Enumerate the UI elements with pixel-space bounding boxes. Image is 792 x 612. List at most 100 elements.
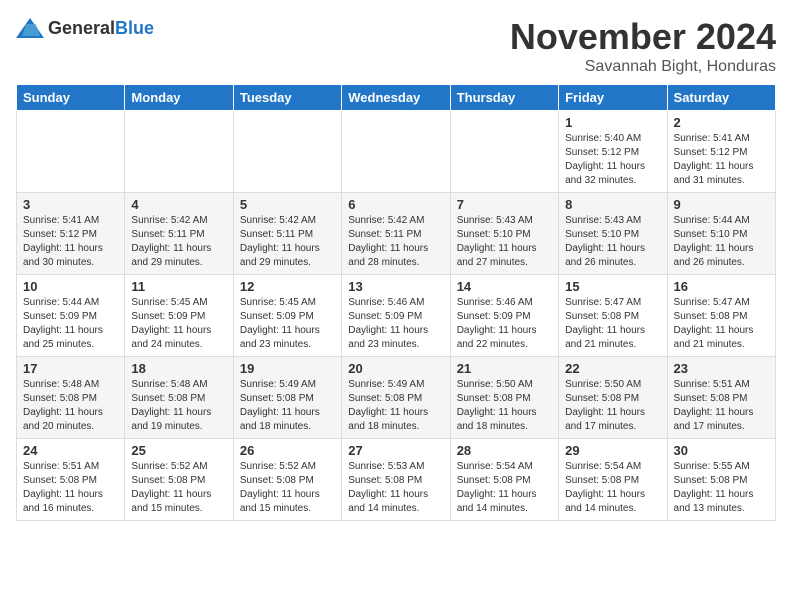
logo-icon (16, 16, 44, 40)
cell-info: Sunrise: 5:52 AM Sunset: 5:08 PM Dayligh… (240, 460, 335, 516)
day-number: 30 (674, 443, 769, 458)
calendar-cell (125, 111, 233, 193)
day-number: 14 (457, 279, 552, 294)
cell-info: Sunrise: 5:52 AM Sunset: 5:08 PM Dayligh… (131, 460, 226, 516)
column-header-thursday: Thursday (450, 85, 558, 111)
column-header-wednesday: Wednesday (342, 85, 450, 111)
calendar-cell: 25 Sunrise: 5:52 AM Sunset: 5:08 PM Dayli… (125, 439, 233, 521)
day-number: 25 (131, 443, 226, 458)
calendar-cell: 28 Sunrise: 5:54 AM Sunset: 5:08 PM Dayli… (450, 439, 558, 521)
cell-info: Sunrise: 5:42 AM Sunset: 5:11 PM Dayligh… (348, 214, 443, 270)
calendar-week-row: 24Sunrise: 5:51 AM Sunset: 5:08 PM Dayli… (17, 439, 776, 521)
calendar-cell: 11Sunrise: 5:45 AM Sunset: 5:09 PM Dayli… (125, 275, 233, 357)
day-number: 27 (348, 443, 443, 458)
cell-info: Sunrise: 5:51 AM Sunset: 5:08 PM Dayligh… (674, 378, 769, 434)
cell-info: Sunrise: 5:44 AM Sunset: 5:10 PM Dayligh… (674, 214, 769, 270)
calendar-cell: 30 Sunrise: 5:55 AM Sunset: 5:08 PM Dayli… (667, 439, 775, 521)
calendar-cell: 10 Sunrise: 5:44 AM Sunset: 5:09 PM Dayli… (17, 275, 125, 357)
day-number: 9 (674, 197, 769, 212)
cell-info: Sunrise: 5:48 AM Sunset: 5:08 PM Dayligh… (23, 378, 118, 434)
day-number: 13 (348, 279, 443, 294)
day-number: 7 (457, 197, 552, 212)
column-header-friday: Friday (559, 85, 667, 111)
column-header-sunday: Sunday (17, 85, 125, 111)
day-number: 11 (131, 279, 226, 294)
calendar-week-row: 17 Sunrise: 5:48 AM Sunset: 5:08 PM Dayli… (17, 357, 776, 439)
calendar-cell: 22 Sunrise: 5:50 AM Sunset: 5:08 PM Dayli… (559, 357, 667, 439)
calendar-cell: 27 Sunrise: 5:53 AM Sunset: 5:08 PM Dayli… (342, 439, 450, 521)
calendar-cell: 21 Sunrise: 5:50 AM Sunset: 5:08 PM Dayli… (450, 357, 558, 439)
calendar-cell: 3 Sunrise: 5:41 AM Sunset: 5:12 PM Daylig… (17, 193, 125, 275)
day-number: 21 (457, 361, 552, 376)
day-number: 22 (565, 361, 660, 376)
cell-info: Sunrise: 5:48 AM Sunset: 5:08 PM Dayligh… (131, 378, 226, 434)
day-number: 29 (565, 443, 660, 458)
cell-info: Sunrise: 5:47 AM Sunset: 5:08 PM Dayligh… (565, 296, 660, 352)
calendar-cell (450, 111, 558, 193)
location-subtitle: Savannah Bight, Honduras (510, 58, 776, 76)
cell-info: Sunrise: 5:42 AM Sunset: 5:11 PM Dayligh… (240, 214, 335, 270)
cell-info: Sunrise: 5:51 AM Sunset: 5:08 PM Dayligh… (23, 460, 118, 516)
day-number: 3 (23, 197, 118, 212)
cell-info: Sunrise: 5:50 AM Sunset: 5:08 PM Dayligh… (565, 378, 660, 434)
cell-info: Sunrise: 5:45 AM Sunset: 5:09 PM Dayligh… (240, 296, 335, 352)
page-header: GeneralBlue November 2024 Savannah Bight… (16, 16, 776, 76)
calendar-cell: 24Sunrise: 5:51 AM Sunset: 5:08 PM Dayli… (17, 439, 125, 521)
day-number: 2 (674, 115, 769, 130)
cell-info: Sunrise: 5:44 AM Sunset: 5:09 PM Dayligh… (23, 296, 118, 352)
cell-info: Sunrise: 5:41 AM Sunset: 5:12 PM Dayligh… (23, 214, 118, 270)
day-number: 4 (131, 197, 226, 212)
cell-info: Sunrise: 5:49 AM Sunset: 5:08 PM Dayligh… (348, 378, 443, 434)
calendar-cell: 2Sunrise: 5:41 AM Sunset: 5:12 PM Daylig… (667, 111, 775, 193)
calendar-cell: 6 Sunrise: 5:42 AM Sunset: 5:11 PM Daylig… (342, 193, 450, 275)
day-number: 8 (565, 197, 660, 212)
calendar-cell: 13 Sunrise: 5:46 AM Sunset: 5:09 PM Dayli… (342, 275, 450, 357)
calendar-cell (233, 111, 341, 193)
day-number: 17 (23, 361, 118, 376)
day-number: 10 (23, 279, 118, 294)
cell-info: Sunrise: 5:55 AM Sunset: 5:08 PM Dayligh… (674, 460, 769, 516)
day-number: 19 (240, 361, 335, 376)
day-number: 5 (240, 197, 335, 212)
calendar-cell (342, 111, 450, 193)
calendar-cell: 17 Sunrise: 5:48 AM Sunset: 5:08 PM Dayli… (17, 357, 125, 439)
cell-info: Sunrise: 5:49 AM Sunset: 5:08 PM Dayligh… (240, 378, 335, 434)
day-number: 28 (457, 443, 552, 458)
calendar-cell: 20Sunrise: 5:49 AM Sunset: 5:08 PM Dayli… (342, 357, 450, 439)
day-number: 16 (674, 279, 769, 294)
cell-info: Sunrise: 5:53 AM Sunset: 5:08 PM Dayligh… (348, 460, 443, 516)
day-number: 15 (565, 279, 660, 294)
calendar-cell: 19 Sunrise: 5:49 AM Sunset: 5:08 PM Dayli… (233, 357, 341, 439)
cell-info: Sunrise: 5:46 AM Sunset: 5:09 PM Dayligh… (348, 296, 443, 352)
column-header-saturday: Saturday (667, 85, 775, 111)
calendar-table: SundayMondayTuesdayWednesdayThursdayFrid… (16, 84, 776, 521)
logo: GeneralBlue (16, 16, 154, 40)
day-number: 23 (674, 361, 769, 376)
cell-info: Sunrise: 5:43 AM Sunset: 5:10 PM Dayligh… (565, 214, 660, 270)
logo-blue: Blue (115, 18, 154, 38)
calendar-cell: 7Sunrise: 5:43 AM Sunset: 5:10 PM Daylig… (450, 193, 558, 275)
column-header-monday: Monday (125, 85, 233, 111)
calendar-cell: 18 Sunrise: 5:48 AM Sunset: 5:08 PM Dayli… (125, 357, 233, 439)
calendar-cell: 26Sunrise: 5:52 AM Sunset: 5:08 PM Dayli… (233, 439, 341, 521)
day-number: 6 (348, 197, 443, 212)
calendar-cell: 23 Sunrise: 5:51 AM Sunset: 5:08 PM Dayli… (667, 357, 775, 439)
day-number: 1 (565, 115, 660, 130)
calendar-cell: 12Sunrise: 5:45 AM Sunset: 5:09 PM Dayli… (233, 275, 341, 357)
calendar-cell: 8 Sunrise: 5:43 AM Sunset: 5:10 PM Daylig… (559, 193, 667, 275)
title-block: November 2024 Savannah Bight, Honduras (510, 16, 776, 76)
calendar-cell: 14 Sunrise: 5:46 AM Sunset: 5:09 PM Dayli… (450, 275, 558, 357)
cell-info: Sunrise: 5:50 AM Sunset: 5:08 PM Dayligh… (457, 378, 552, 434)
cell-info: Sunrise: 5:47 AM Sunset: 5:08 PM Dayligh… (674, 296, 769, 352)
cell-info: Sunrise: 5:40 AM Sunset: 5:12 PM Dayligh… (565, 132, 660, 188)
calendar-cell: 1 Sunrise: 5:40 AM Sunset: 5:12 PM Daylig… (559, 111, 667, 193)
calendar-week-row: 10 Sunrise: 5:44 AM Sunset: 5:09 PM Dayli… (17, 275, 776, 357)
cell-info: Sunrise: 5:42 AM Sunset: 5:11 PM Dayligh… (131, 214, 226, 270)
calendar-week-row: 3 Sunrise: 5:41 AM Sunset: 5:12 PM Daylig… (17, 193, 776, 275)
calendar-cell (17, 111, 125, 193)
cell-info: Sunrise: 5:54 AM Sunset: 5:08 PM Dayligh… (457, 460, 552, 516)
day-number: 18 (131, 361, 226, 376)
calendar-cell: 5 Sunrise: 5:42 AM Sunset: 5:11 PM Daylig… (233, 193, 341, 275)
calendar-cell: 29Sunrise: 5:54 AM Sunset: 5:08 PM Dayli… (559, 439, 667, 521)
cell-info: Sunrise: 5:46 AM Sunset: 5:09 PM Dayligh… (457, 296, 552, 352)
